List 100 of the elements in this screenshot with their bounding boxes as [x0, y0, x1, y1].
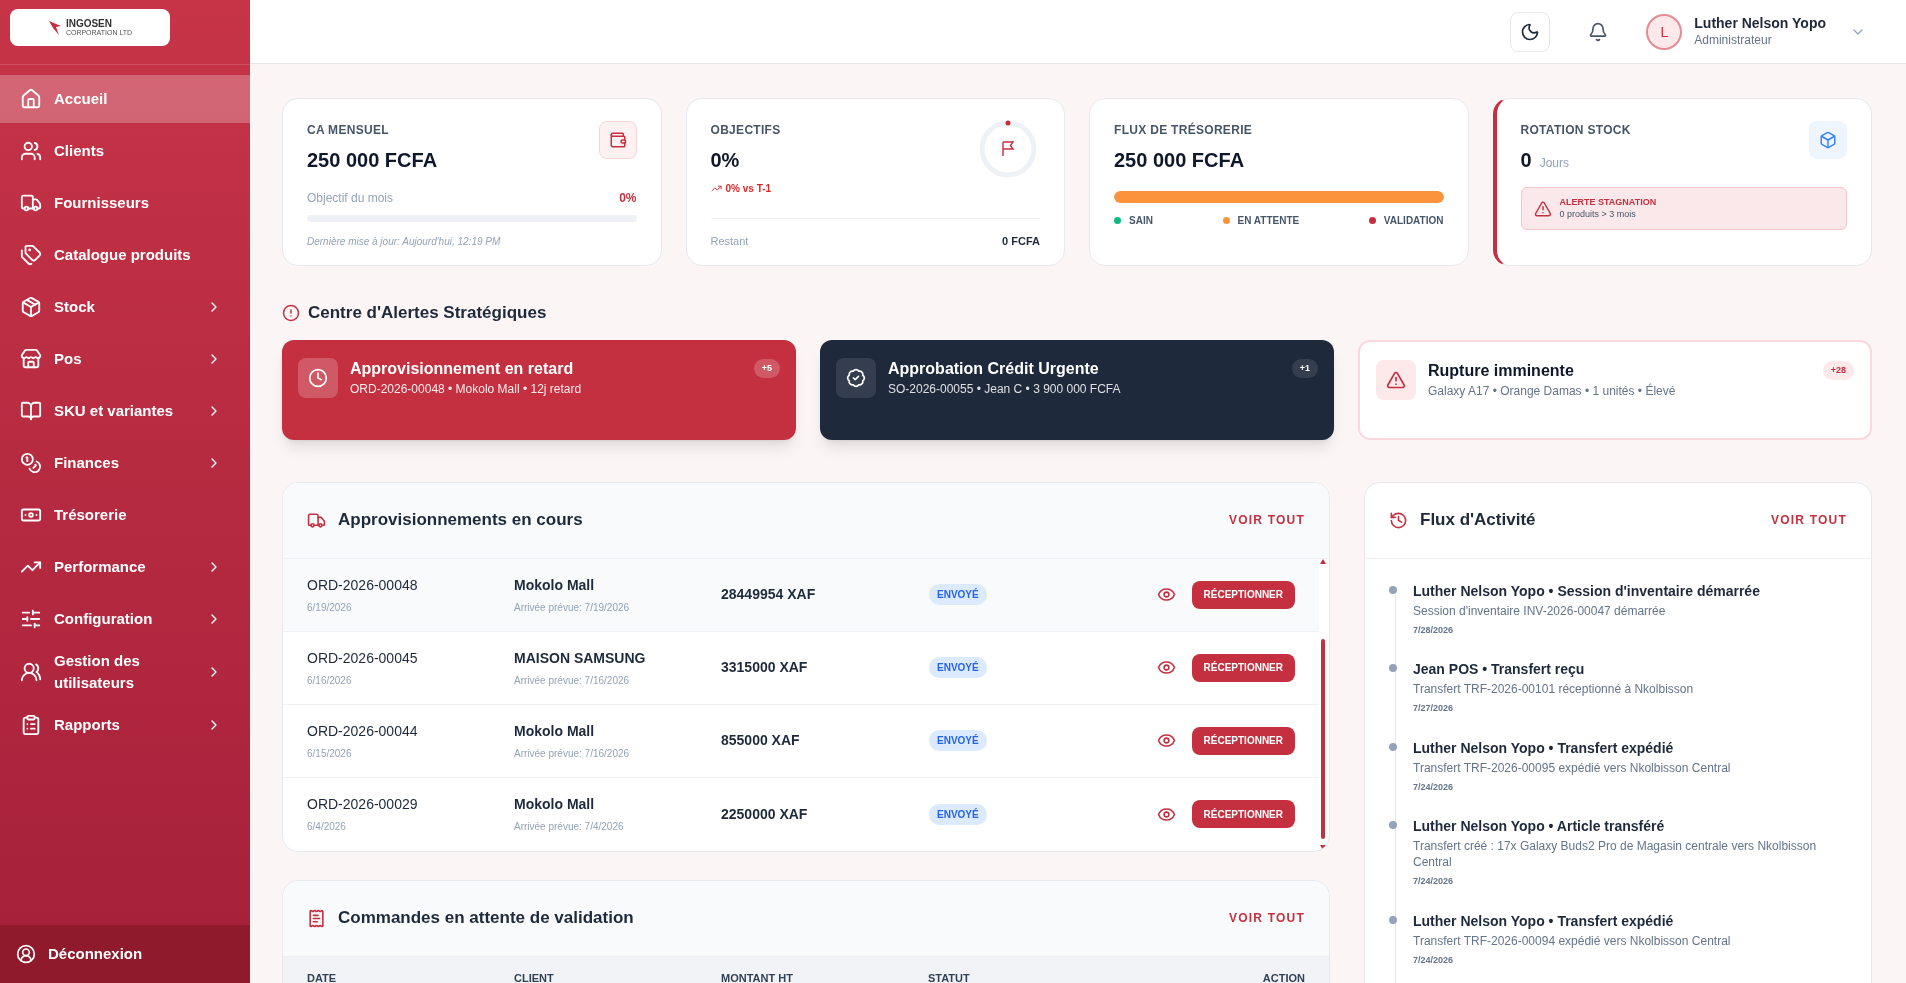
see-all-link[interactable]: VOIR TOUT [1229, 511, 1305, 529]
order-date: 6/19/2026 [307, 600, 353, 615]
nav-item[interactable]: Stock [0, 283, 250, 331]
view-icon[interactable] [1156, 731, 1176, 750]
alert-card[interactable]: Approbation Crédit Urgente SO-2026-00055 • Jean C • 3 900 000 FCFA +1 [820, 339, 1334, 440]
bell-icon [1588, 21, 1609, 42]
nav-label: Configuration [54, 609, 154, 629]
nav-item[interactable]: SKU et variantes [0, 387, 250, 435]
see-all-link[interactable]: VOIR TOUT [1229, 909, 1305, 927]
people-icon [20, 661, 42, 683]
nav-item[interactable]: Gestion des utilisateurs [0, 647, 250, 697]
supplier-name: Mokolo Mall [514, 575, 596, 595]
kpi-title: OBJECTIFS [710, 122, 781, 139]
activity-date: 7/27/2026 [1413, 702, 1455, 715]
column-header: CLIENT [514, 971, 555, 983]
activity-title: Jean POS • Transfert reçu [1413, 660, 1586, 679]
logout-button[interactable]: Déconnexion [0, 925, 250, 983]
flag-icon [1002, 141, 1015, 157]
theme-toggle-button[interactable] [1510, 11, 1551, 52]
see-all-link[interactable]: VOIR TOUT [1771, 511, 1847, 529]
activity-title: Luther Nelson Yopo • Transfert expédié [1413, 738, 1675, 758]
amount: 28449954 XAF [721, 585, 817, 604]
kpi-unit: Jours [1539, 155, 1569, 172]
nav-label: Finances [54, 453, 121, 473]
alert-card-title: Approvisionnement en retard [350, 358, 575, 379]
alert-card-title: Rupture imminente [1428, 360, 1575, 381]
activity-title: Luther Nelson Yopo • Session d'inventaire démarrée [1413, 581, 1760, 601]
sliders-icon [20, 608, 42, 630]
kpi-value: 0% [710, 148, 741, 173]
activity-date: 7/24/2026 [1413, 780, 1455, 794]
receive-button[interactable]: RÉCEPTIONNER [1191, 580, 1295, 609]
nav-item[interactable]: Catalogue produits [0, 231, 250, 279]
user-circle-icon [16, 944, 36, 964]
nav-item[interactable]: Configuration [0, 595, 250, 643]
alert-text: 0 produits > 3 mois [1559, 208, 1637, 220]
logo-mark-icon [47, 19, 62, 36]
logo-name: INGOSEN [65, 19, 113, 29]
nav-item[interactable]: Finances [0, 439, 250, 487]
kpi-title: ROTATION STOCK [1520, 122, 1631, 139]
alert-card-detail: ORD-2026-00048 • Mokolo Mall • 12j retard [350, 380, 583, 398]
price-tag-icon [20, 244, 42, 266]
status-badge: ENVOYÉ [929, 803, 987, 825]
amount: 855000 XAF [721, 731, 801, 750]
goal-ring [979, 120, 1037, 178]
nav-item[interactable]: Rapports [0, 701, 250, 749]
coins-icon [20, 452, 42, 474]
order-id: ORD-2026-00029 [307, 795, 419, 814]
alert-card-title: Approbation Crédit Urgente [888, 358, 1100, 379]
nav-label: Clients [54, 141, 105, 161]
card-title: Approvisionnements en cours [338, 509, 583, 532]
activity-date: 7/24/2026 [1413, 953, 1455, 967]
receive-button[interactable]: RÉCEPTIONNER [1191, 726, 1295, 755]
kpi-title: CA MENSUEL [307, 122, 390, 139]
update-note: Dernière mise à jour: Aujourd'hui, 12:19 PM [307, 235, 502, 249]
nav-item[interactable]: Accueil [0, 75, 250, 123]
alert-card[interactable]: Approvisionnement en retard ORD-2026-00048 • Mokolo Mall • 12j retard +5 [282, 339, 796, 440]
status-badge: ENVOYÉ [929, 584, 987, 605]
people-icon [20, 140, 42, 162]
activity-detail: Transfert TRF-2026-00094 expédié vers Nkolbisson Central [1413, 932, 1731, 949]
trend-text: 0% vs T-1 [710, 181, 781, 196]
receive-button[interactable]: RÉCEPTIONNER [1191, 653, 1295, 682]
column-header: MONTANT HT [721, 971, 794, 983]
status-badge: ENVOYÉ [929, 730, 987, 751]
nav-label: Pos [54, 349, 83, 369]
nav-item[interactable]: Trésorerie [0, 491, 250, 539]
alert-title: ALERTE STAGNATION [1559, 197, 1657, 209]
alert-card-detail: Galaxy A17 • Orange Damas • 1 unités • Élevé [1428, 382, 1677, 400]
nav-label: Catalogue produits [54, 245, 192, 265]
view-icon[interactable] [1156, 658, 1176, 677]
activity-detail: Transfert créé : 17x Galaxy Buds2 Pro de Magasin centrale vers Nkolbisson Central [1413, 838, 1818, 870]
nav-item[interactable]: Performance [0, 543, 250, 591]
user-menu[interactable]: L Luther Nelson Yopo Administrateur [1646, 13, 1866, 50]
warning-icon [1533, 199, 1552, 218]
warning-icon [1386, 369, 1406, 390]
nav-label: Fournisseurs [54, 193, 151, 213]
truck-icon [307, 510, 326, 530]
home-icon [20, 88, 42, 110]
eta-text: Arrivée prévue: 7/16/2026 [514, 746, 631, 761]
activity-date: 7/28/2026 [1413, 623, 1455, 637]
nav-item[interactable]: Clients [0, 127, 250, 175]
activity-detail: Transfert TRF-2026-00095 expédié vers Nkolbisson Central [1413, 759, 1731, 776]
order-id: ORD-2026-00044 [307, 721, 419, 741]
activity-detail: Session d'inventaire INV-2026-00047 démarrée [1413, 602, 1667, 619]
nav-item[interactable]: Fournisseurs [0, 179, 250, 227]
count-badge: +1 [1291, 358, 1318, 378]
nav-item[interactable]: Pos [0, 335, 250, 383]
nav-label: Trésorerie [54, 505, 128, 525]
history-icon [1389, 510, 1408, 530]
nav-label: Stock [54, 297, 96, 317]
cube-icon [1819, 131, 1837, 149]
progress-value: 0% [619, 190, 637, 207]
section-title: Centre d'Alertes Stratégiques [308, 302, 547, 324]
receive-button[interactable]: RÉCEPTIONNER [1191, 800, 1295, 828]
order-id: ORD-2026-00045 [307, 648, 419, 668]
supplier-name: Mokolo Mall [514, 795, 596, 814]
order-date: 6/4/2026 [307, 820, 347, 834]
view-icon[interactable] [1156, 585, 1176, 604]
eta-text: Arrivée prévue: 7/4/2026 [514, 820, 625, 834]
alert-card[interactable]: Rupture imminente Galaxy A17 • Orange Damas • 1 unités • Élevé +28 [1358, 339, 1872, 440]
order-date: 6/15/2026 [307, 746, 353, 761]
